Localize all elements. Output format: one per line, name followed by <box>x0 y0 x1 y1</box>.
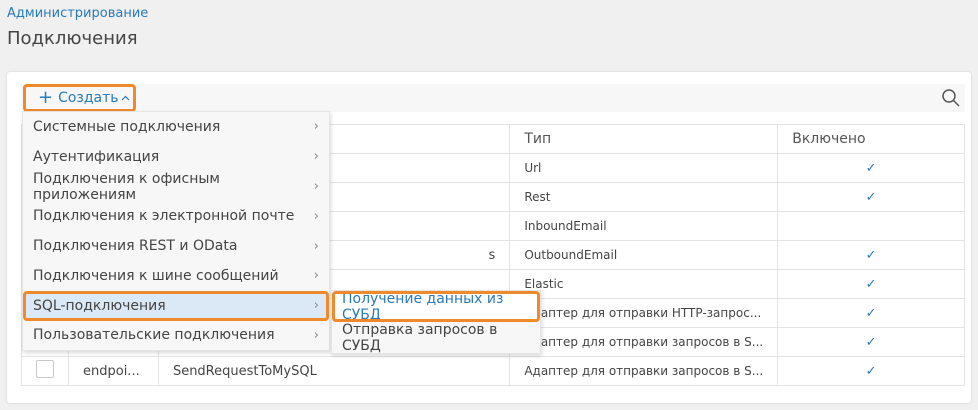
check-icon: ✓ <box>777 153 965 183</box>
submenu-item-fetch-data[interactable]: Получение данных из СУБД <box>332 291 540 323</box>
chevron-right-icon: › <box>313 238 319 254</box>
check-icon: ✓ <box>777 240 965 270</box>
submenu-item-send-requests[interactable]: Отправка запросов в СУБД <box>332 322 540 354</box>
menu-item-label: SQL-подключения <box>33 297 166 314</box>
page-title: Подключения <box>7 28 138 49</box>
check-icon: ✓ <box>777 269 965 299</box>
menu-item-system[interactable]: Системные подключения › <box>23 112 329 142</box>
row-type: Адаптер для отправки HTTP-запрос... <box>509 298 779 328</box>
row-type: Адаптер для отправки запросов в S... <box>509 356 779 386</box>
menu-item-rest-odata[interactable]: Подключения REST и OData › <box>23 231 329 261</box>
plus-icon: + <box>38 87 54 108</box>
menu-item-message-bus[interactable]: Подключения к шине сообщений › <box>23 261 329 291</box>
check-icon: ✓ <box>777 327 965 357</box>
menu-item-sql[interactable]: SQL-подключения › <box>23 290 329 321</box>
menu-item-label: Подключения к офисным приложениям <box>33 170 220 203</box>
search-icon[interactable] <box>941 88 961 108</box>
toolbar: + Создать <box>21 84 965 112</box>
check-icon <box>777 211 965 241</box>
menu-item-email[interactable]: Подключения к электронной почте › <box>23 201 329 231</box>
chevron-up-icon <box>121 93 130 104</box>
chevron-right-icon: › <box>313 268 319 284</box>
menu-item-label: Пользовательские подключения <box>33 327 275 344</box>
chevron-right-icon: › <box>313 149 319 165</box>
row-type: Url <box>509 153 779 183</box>
menu-item-label: Подключения к шине сообщений <box>33 267 279 284</box>
row-code: endpoi... <box>68 356 159 386</box>
table-row[interactable]: endpoi... SendRequestToMySQL Адаптер для… <box>21 356 965 386</box>
row-type: InboundEmail <box>509 211 779 241</box>
menu-item-label: Подключения REST и OData <box>33 238 238 255</box>
sql-submenu: Получение данных из СУБД Отправка запрос… <box>331 290 541 354</box>
menu-item-label: Системные подключения <box>33 118 221 135</box>
row-name: SendRequestToMySQL <box>157 356 511 386</box>
menu-item-label: Аутентификация <box>33 148 160 165</box>
chevron-right-icon: › <box>313 119 319 135</box>
row-type: Rest <box>509 182 779 212</box>
row-type: OutboundEmail <box>509 240 779 270</box>
chevron-right-icon: › <box>313 298 319 314</box>
row-checkbox[interactable] <box>36 360 54 378</box>
chevron-right-icon: › <box>313 208 319 224</box>
breadcrumb[interactable]: Администрирование <box>7 6 148 21</box>
chevron-right-icon: › <box>313 327 319 343</box>
row-type: Elastic <box>509 269 779 299</box>
menu-item-office[interactable]: Подключения к офисным приложениям › <box>23 170 329 203</box>
check-icon: ✓ <box>777 356 965 386</box>
column-header-type[interactable]: Тип <box>509 124 779 154</box>
chevron-right-icon: › <box>313 178 319 194</box>
menu-item-custom[interactable]: Пользовательские подключения › <box>23 321 329 351</box>
check-icon: ✓ <box>777 298 965 328</box>
menu-item-auth[interactable]: Аутентификация › <box>23 142 329 172</box>
create-dropdown-menu: Системные подключения › Аутентификация ›… <box>22 111 330 352</box>
row-type: Адаптер для отправки запросов в S... <box>509 327 779 357</box>
create-button-label: Создать <box>58 90 119 106</box>
menu-item-label: Подключения к электронной почте <box>33 208 295 225</box>
create-button[interactable]: + Создать <box>23 84 136 112</box>
check-icon: ✓ <box>777 182 965 212</box>
column-header-enabled[interactable]: Включено <box>777 124 965 154</box>
